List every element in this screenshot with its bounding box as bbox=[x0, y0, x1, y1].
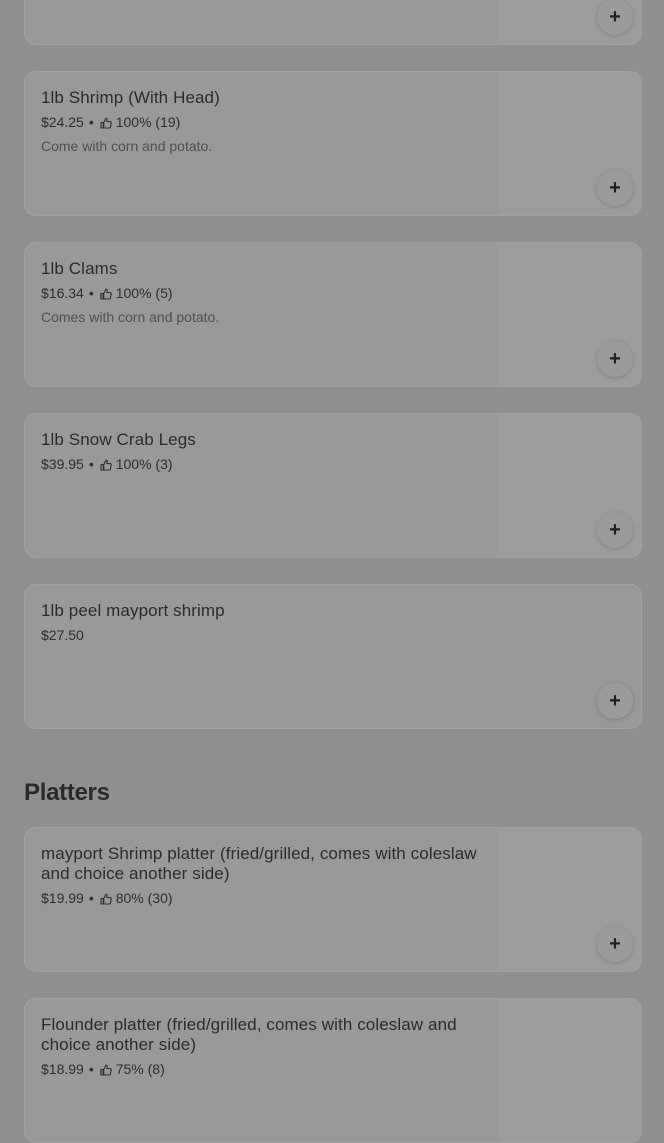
menu-item-card[interactable]: 1lb Clams $16.34 • 100% (5) Comes with c… bbox=[24, 242, 642, 387]
menu-item-card[interactable]: 1lb Shrimp (With Head) $24.25 • 100% (19… bbox=[24, 71, 642, 216]
thumbs-up-icon bbox=[100, 288, 112, 300]
item-price: $18.99 bbox=[41, 1061, 84, 1077]
add-item-button[interactable]: + bbox=[597, 170, 633, 206]
plus-icon: + bbox=[609, 348, 621, 370]
item-rating: 100% (3) bbox=[115, 456, 173, 472]
item-meta: $16.34 • 100% (5) bbox=[41, 285, 491, 302]
menu-item-card[interactable]: 1lb peel mayport shrimp $27.50 + bbox=[24, 584, 642, 729]
thumbs-up-icon bbox=[100, 1064, 112, 1076]
add-item-button[interactable]: + bbox=[597, 0, 633, 35]
add-item-button[interactable]: + bbox=[597, 341, 633, 377]
item-name: 1lb peel mayport shrimp bbox=[41, 601, 225, 620]
item-price: $39.95 bbox=[41, 456, 84, 472]
plus-icon: + bbox=[609, 933, 621, 955]
menu-item-card[interactable]: 1lb Snow Crab Legs $39.95 • 100% (3) + bbox=[24, 413, 642, 558]
add-item-button[interactable]: + bbox=[597, 926, 633, 962]
separator-dot: • bbox=[88, 456, 94, 472]
item-rating: 75% (8) bbox=[115, 1061, 165, 1077]
item-price: $27.50 bbox=[41, 627, 84, 643]
item-rating: 80% (30) bbox=[115, 890, 173, 906]
plus-icon: + bbox=[609, 6, 621, 28]
item-rating: 100% (19) bbox=[115, 114, 181, 130]
item-meta: $24.25 • 100% (19) bbox=[41, 114, 491, 131]
thumbs-up-icon bbox=[100, 459, 112, 471]
menu-item-card[interactable]: Flounder platter (fried/grilled, comes w… bbox=[24, 998, 642, 1143]
item-meta: $19.99 • 80% (30) bbox=[41, 890, 491, 907]
item-description: Comes with corn and potato. bbox=[41, 309, 220, 325]
item-price: $16.34 bbox=[41, 285, 84, 301]
menu-item-card[interactable]: mayport Shrimp platter (fried/grilled, c… bbox=[24, 827, 642, 972]
item-meta: $39.95 • 100% (3) bbox=[41, 456, 491, 473]
plus-icon: + bbox=[609, 519, 621, 541]
item-rating: 100% (5) bbox=[115, 285, 173, 301]
add-item-button[interactable]: + bbox=[597, 683, 633, 719]
separator-dot: • bbox=[88, 1061, 94, 1077]
item-price: $24.25 bbox=[41, 114, 84, 130]
item-image bbox=[498, 999, 641, 1142]
item-meta: $27.50 bbox=[41, 627, 491, 644]
add-item-button[interactable]: + bbox=[597, 512, 633, 548]
item-name: Flounder platter (fried/grilled, comes w… bbox=[41, 1015, 457, 1054]
menu-item-card[interactable]: + bbox=[24, 0, 642, 45]
section-title-platters: Platters bbox=[24, 779, 110, 806]
thumbs-up-icon bbox=[100, 117, 112, 129]
item-meta: $18.99 • 75% (8) bbox=[41, 1061, 491, 1078]
separator-dot: • bbox=[88, 114, 94, 130]
item-name: 1lb Snow Crab Legs bbox=[41, 430, 196, 449]
separator-dot: • bbox=[88, 285, 94, 301]
item-name: mayport Shrimp platter (fried/grilled, c… bbox=[41, 844, 477, 883]
item-name: 1lb Shrimp (With Head) bbox=[41, 88, 220, 107]
item-description: Come with corn and potato. bbox=[41, 138, 213, 154]
thumbs-up-icon bbox=[100, 893, 112, 905]
plus-icon: + bbox=[609, 690, 621, 712]
item-price: $19.99 bbox=[41, 890, 84, 906]
separator-dot: • bbox=[88, 890, 94, 906]
item-name: 1lb Clams bbox=[41, 259, 118, 278]
plus-icon: + bbox=[609, 177, 621, 199]
